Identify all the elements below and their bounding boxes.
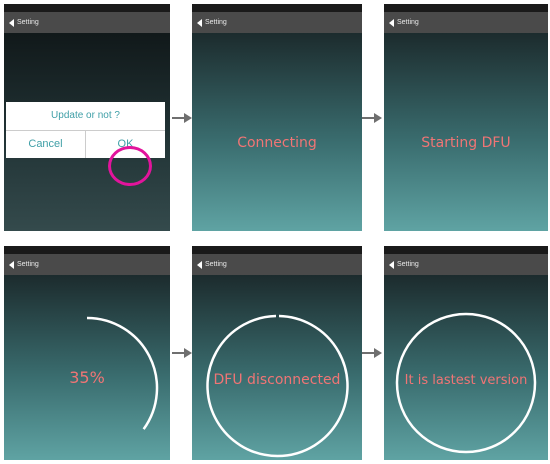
screen-connecting: Setting Connecting [192, 4, 362, 231]
status-message: Connecting [237, 135, 317, 151]
nav-bar: Setting [384, 12, 548, 33]
status-bar [4, 4, 170, 12]
arrow-right-icon [172, 348, 192, 358]
back-arrow-icon [389, 18, 394, 27]
status-bar [192, 4, 362, 12]
back-arrow-icon [9, 18, 14, 27]
status-message: DFU disconnected [213, 372, 341, 388]
back-arrow-icon [197, 260, 202, 269]
screen-content: 35% [4, 275, 170, 460]
back-button[interactable]: Setting [9, 18, 39, 27]
screen-progress: Setting 35% [4, 246, 170, 460]
screen-content: Starting DFU [384, 33, 548, 231]
nav-title: Setting [397, 261, 419, 268]
status-bar [4, 246, 170, 254]
nav-bar: Setting [192, 254, 362, 275]
nav-bar: Setting [4, 254, 170, 275]
nav-bar: Setting [4, 12, 170, 33]
dialog-title: Update or not ? [51, 110, 120, 121]
ring [395, 312, 537, 454]
arrow-right-icon [362, 348, 382, 358]
nav-bar: Setting [384, 254, 548, 275]
back-arrow-icon [389, 260, 394, 269]
back-arrow-icon [9, 260, 14, 269]
cancel-button[interactable]: Cancel [6, 131, 85, 158]
progress-percent: 35% [69, 368, 105, 387]
screen-content: DFU disconnected [192, 275, 362, 460]
arrow-right-icon [362, 113, 382, 123]
nav-title: Setting [17, 261, 39, 268]
nav-title: Setting [205, 19, 227, 26]
nav-title: Setting [397, 19, 419, 26]
screen-content: Connecting [192, 33, 362, 231]
screen-starting-dfu: Setting Starting DFU [384, 4, 548, 231]
status-bar [384, 4, 548, 12]
ok-highlight-circle [108, 146, 152, 186]
ring [206, 314, 349, 458]
back-button[interactable]: Setting [389, 18, 419, 27]
screen-latest-version: Setting It is lastest version [384, 246, 548, 460]
nav-bar: Setting [192, 12, 362, 33]
arrow-right-icon [172, 113, 192, 123]
back-button[interactable]: Setting [389, 260, 419, 269]
nav-title: Setting [205, 261, 227, 268]
status-message: It is lastest version [404, 373, 528, 388]
status-bar [192, 246, 362, 254]
screen-dfu-disconnected: Setting DFU disconnected [192, 246, 362, 460]
screen-content: It is lastest version [384, 275, 548, 460]
back-button[interactable]: Setting [197, 260, 227, 269]
back-button[interactable]: Setting [197, 18, 227, 27]
status-message: Starting DFU [421, 135, 511, 151]
back-arrow-icon [197, 18, 202, 27]
status-bar [384, 246, 548, 254]
back-button[interactable]: Setting [9, 260, 39, 269]
nav-title: Setting [17, 19, 39, 26]
